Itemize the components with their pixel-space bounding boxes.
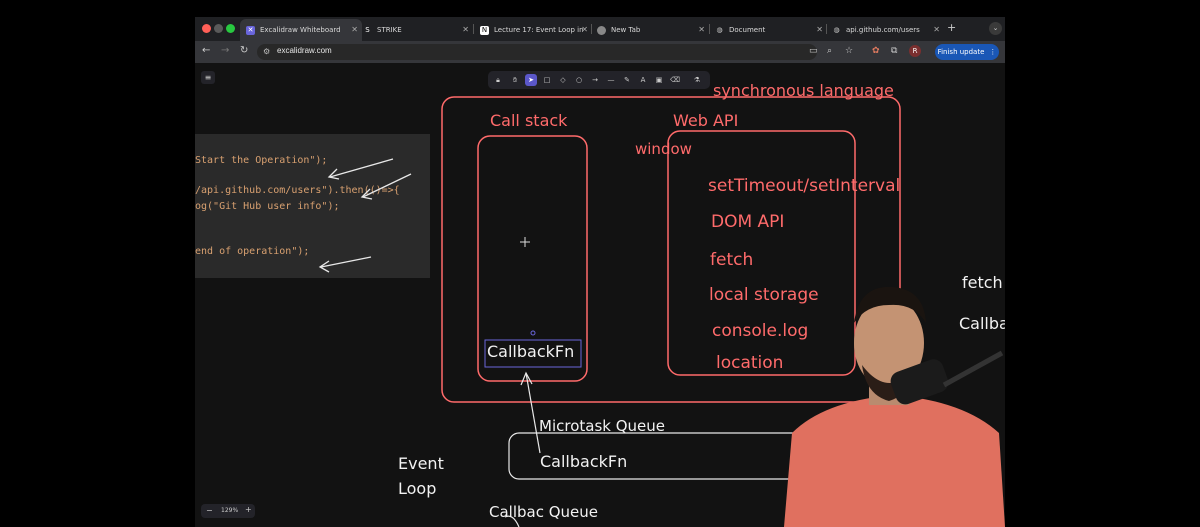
diagram-title[interactable]: synchronous language xyxy=(713,81,894,100)
forward-icon[interactable]: → xyxy=(221,45,229,56)
close-tab-icon[interactable]: ✕ xyxy=(462,25,469,34)
annotation-arrow[interactable] xyxy=(329,158,394,178)
strike-icon: S xyxy=(365,25,370,34)
web-api-item[interactable]: location xyxy=(716,353,783,373)
event-loop-arrow[interactable] xyxy=(525,372,541,454)
web-api-item[interactable]: fetch xyxy=(710,250,753,270)
event-loop-label-line2[interactable]: Loop xyxy=(398,479,436,498)
close-window-button[interactable] xyxy=(202,24,211,33)
tab-label: api.github.com/users xyxy=(846,26,920,34)
rotation-handle[interactable] xyxy=(530,330,536,336)
install-app-icon[interactable]: ▭ xyxy=(809,46,818,56)
close-tab-icon[interactable]: ✕ xyxy=(581,25,588,34)
tab-divider xyxy=(709,24,710,34)
tab-label: Lecture 17: Event Loop in xyxy=(494,26,584,34)
extensions-puzzle-icon[interactable]: ⧉ xyxy=(891,46,897,56)
profile-avatar[interactable]: R xyxy=(909,45,921,57)
close-tab-icon[interactable]: ✕ xyxy=(816,25,823,34)
globe-icon: ◍ xyxy=(716,25,723,34)
url-field[interactable]: ⚙ excalidraw.com xyxy=(257,44,817,60)
tab-document[interactable]: ◍ Document ✕ xyxy=(711,19,827,41)
minimize-window-button[interactable] xyxy=(214,24,223,33)
close-tab-icon[interactable]: ✕ xyxy=(351,25,358,34)
event-loop-label-line1[interactable]: Event xyxy=(398,454,444,473)
new-tab-button[interactable]: + xyxy=(947,21,956,34)
zoom-level[interactable]: 129% xyxy=(221,507,238,514)
tab-strike[interactable]: S STRIKE ✕ xyxy=(359,19,473,41)
tab-bar: ✕ Excalidraw Whiteboard ✕ S STRIKE ✕ N L… xyxy=(195,17,1005,41)
window-label[interactable]: window xyxy=(635,140,692,158)
address-bar: ← → ↻ ⚙ excalidraw.com ▭ ⌕ ☆ ✿ ⧉ R Finis… xyxy=(195,41,1005,63)
tab-label: Excalidraw Whiteboard xyxy=(260,26,341,34)
tab-github-users[interactable]: ◍ api.github.com/users ✕ xyxy=(828,19,944,41)
presenter-shirt xyxy=(784,395,1005,527)
microtask-item[interactable]: CallbackFn xyxy=(540,452,627,471)
tab-search-icon[interactable]: ⌄ xyxy=(989,22,1002,35)
site-settings-icon[interactable]: ⚙ xyxy=(263,47,270,56)
back-icon[interactable]: ← xyxy=(202,45,210,56)
tab-divider xyxy=(473,24,474,34)
call-stack-label[interactable]: Call stack xyxy=(490,111,567,130)
tab-excalidraw[interactable]: ✕ Excalidraw Whiteboard ✕ xyxy=(240,19,362,41)
tab-new-tab[interactable]: New Tab ✕ xyxy=(593,19,709,41)
call-stack-item[interactable]: CallbackFn xyxy=(487,342,574,361)
tab-label: New Tab xyxy=(611,26,641,34)
zoom-control: − 129% + xyxy=(201,504,255,518)
tab-label: Document xyxy=(729,26,766,34)
extension-icon[interactable]: ✿ xyxy=(872,46,880,56)
reload-icon[interactable]: ↻ xyxy=(240,45,248,56)
move-cursor-icon xyxy=(520,237,530,247)
close-tab-icon[interactable]: ✕ xyxy=(698,25,705,34)
close-tab-icon[interactable]: ✕ xyxy=(933,25,940,34)
presenter-video xyxy=(784,286,1005,527)
tab-lecture[interactable]: N Lecture 17: Event Loop in ✕ xyxy=(476,19,592,41)
finish-update-label: Finish update xyxy=(937,48,985,56)
webcam-overlay xyxy=(784,283,1005,527)
notion-icon: N xyxy=(480,25,489,35)
web-api-label[interactable]: Web API xyxy=(673,111,738,130)
annotation-arrow[interactable] xyxy=(362,173,412,198)
mic-arm xyxy=(942,350,1004,388)
arrow-head xyxy=(327,168,340,180)
excalidraw-icon: ✕ xyxy=(246,25,255,35)
zoom-icon[interactable]: ⌕ xyxy=(827,46,832,56)
zoom-in-button[interactable]: + xyxy=(245,505,252,514)
zoom-out-button[interactable]: − xyxy=(206,506,213,515)
maximize-window-button[interactable] xyxy=(226,24,235,33)
tab-label: STRIKE xyxy=(377,26,402,34)
bookmark-star-icon[interactable]: ☆ xyxy=(845,46,853,56)
web-api-item[interactable]: setTimeout/setInterval xyxy=(708,176,900,196)
microtask-queue-label[interactable]: Microtask Queue xyxy=(539,417,665,435)
callback-queue-label[interactable]: Callbac Queue xyxy=(489,503,598,521)
globe-icon: ◍ xyxy=(833,25,840,34)
more-menu-icon: ⋮ xyxy=(989,48,997,56)
tab-divider xyxy=(591,24,592,34)
web-api-item[interactable]: DOM API xyxy=(711,212,784,232)
chrome-icon xyxy=(597,25,606,35)
finish-update-button[interactable]: Finish update ⋮ xyxy=(935,44,999,60)
tab-divider xyxy=(826,24,827,34)
url-text: excalidraw.com xyxy=(277,46,332,55)
